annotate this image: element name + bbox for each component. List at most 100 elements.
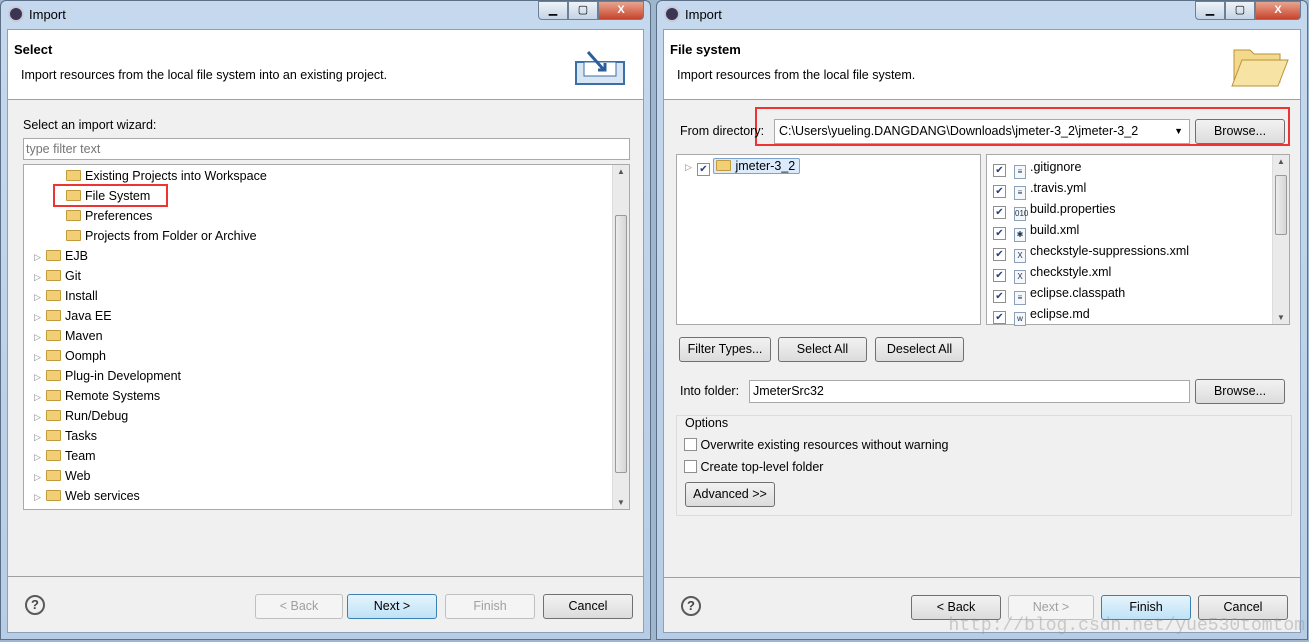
finish-button[interactable]: Finish	[445, 594, 535, 619]
expand-arrow-icon[interactable]: ▷	[34, 387, 46, 407]
expand-arrow-icon[interactable]: ▷	[34, 247, 46, 267]
xml-file-icon: X	[1014, 270, 1026, 284]
file-item[interactable]: ✔ 010 build.properties	[993, 199, 1115, 221]
expand-arrow-icon[interactable]: ▷	[34, 287, 46, 307]
folder-icon	[46, 370, 61, 381]
maximize-button[interactable]: ▢	[1225, 1, 1255, 20]
expand-arrow-icon[interactable]: ▷	[34, 447, 46, 467]
cancel-button[interactable]: Cancel	[543, 594, 633, 619]
tree-item[interactable]: ▷ Java EE	[34, 306, 112, 326]
back-button[interactable]: < Back	[255, 594, 343, 619]
folder-icon	[66, 230, 81, 241]
text-file-icon: ≡	[1014, 165, 1026, 179]
file-name: .travis.yml	[1030, 181, 1087, 195]
minimize-button[interactable]: ▁	[538, 1, 568, 20]
checkbox[interactable]: ✔	[993, 290, 1006, 303]
tree-item[interactable]: ▷ Git	[34, 266, 81, 286]
expand-arrow-icon[interactable]: ▷	[685, 157, 697, 177]
expand-arrow-icon[interactable]: ▷	[34, 487, 46, 507]
expand-arrow-icon[interactable]: ▷	[34, 327, 46, 347]
file-name: build.xml	[1030, 223, 1080, 237]
file-item[interactable]: ✔ ✱ build.xml	[993, 220, 1080, 242]
advanced-button[interactable]: Advanced >>	[685, 482, 775, 507]
file-item[interactable]: ✔ w eclipse.md	[993, 304, 1090, 326]
tree-item[interactable]: ▷ Tasks	[34, 426, 97, 446]
tree-scrollbar[interactable]: ▲ ▼	[612, 165, 629, 509]
maximize-button[interactable]: ▢	[568, 1, 598, 20]
page-title: File system	[670, 42, 741, 57]
wizard-header: File system Import resources from the lo…	[664, 30, 1300, 100]
tree-item[interactable]: Preferences	[66, 206, 152, 226]
tree-item[interactable]: ▷ Remote Systems	[34, 386, 160, 406]
tree-item[interactable]: ▷ EJB	[34, 246, 88, 266]
tree-item[interactable]: ▷ Install	[34, 286, 98, 306]
tree-item[interactable]: ▷ Plug-in Development	[34, 366, 181, 386]
from-directory-label: From directory:	[680, 124, 765, 138]
expand-arrow-icon[interactable]: ▷	[34, 367, 46, 387]
tree-item-label: EJB	[65, 249, 88, 263]
dropdown-arrow-icon[interactable]: ▼	[1174, 120, 1183, 143]
checkbox[interactable]	[684, 438, 697, 451]
tree-item-label: Web	[65, 469, 91, 483]
filter-types-button[interactable]: Filter Types...	[679, 337, 771, 362]
checkbox[interactable]	[684, 460, 697, 473]
tree-item-label: Install	[65, 289, 98, 303]
into-folder-input[interactable]: JmeterSrc32	[749, 380, 1190, 403]
page-description: Import resources from the local file sys…	[21, 68, 388, 82]
filter-input[interactable]	[23, 138, 630, 160]
tree-item[interactable]: Existing Projects into Workspace	[66, 166, 267, 186]
expand-arrow-icon[interactable]: ▷	[34, 307, 46, 327]
help-button[interactable]: ?	[681, 596, 701, 616]
file-name: eclipse.classpath	[1030, 286, 1126, 300]
tree-item-label: Java EE	[65, 309, 112, 323]
tree-item[interactable]: ▷ Oomph	[34, 346, 106, 366]
file-list-scrollbar[interactable]: ▲ ▼	[1272, 155, 1289, 324]
wizard-tree: ▲ ▼ Existing Projects into Workspace File …	[23, 164, 630, 510]
expand-arrow-icon[interactable]: ▷	[34, 267, 46, 287]
file-item[interactable]: ✔ ≡ .gitignore	[993, 157, 1081, 179]
options-label: Options	[685, 416, 729, 430]
tree-item[interactable]: ▷ ✔ jmeter-3_2	[685, 156, 801, 177]
expand-arrow-icon[interactable]: ▷	[34, 407, 46, 427]
tree-item[interactable]: ▷ Web	[34, 466, 90, 486]
expand-arrow-icon[interactable]: ▷	[34, 467, 46, 487]
help-button[interactable]: ?	[25, 595, 45, 615]
from-directory-combo[interactable]: C:\Users\yueling.DANGDANG\Downloads\jmet…	[774, 119, 1190, 144]
checkbox[interactable]: ✔	[993, 164, 1006, 177]
checkbox[interactable]: ✔	[993, 206, 1006, 219]
tree-item[interactable]: ▷ Web services	[34, 486, 140, 506]
tree-item-label: Maven	[65, 329, 103, 343]
browse-folder-button[interactable]: Browse...	[1195, 379, 1285, 404]
file-item[interactable]: ✔ Xcheckstyle.xml	[993, 262, 1111, 284]
tree-item[interactable]: ▷ Maven	[34, 326, 103, 346]
folder-icon	[46, 330, 61, 341]
preferences-icon	[66, 210, 81, 221]
overwrite-option[interactable]: Overwrite existing resources without war…	[684, 438, 949, 452]
select-all-button[interactable]: Select All	[778, 337, 867, 362]
close-button[interactable]: X	[1255, 1, 1301, 20]
close-button[interactable]: X	[598, 1, 644, 20]
minimize-button[interactable]: ▁	[1195, 1, 1225, 20]
checkbox[interactable]: ✔	[993, 248, 1006, 261]
next-button[interactable]: Next >	[347, 594, 437, 619]
tree-item-label: Plug-in Development	[65, 369, 182, 383]
folder-icon	[46, 270, 61, 281]
expand-arrow-icon[interactable]: ▷	[34, 427, 46, 447]
checkbox[interactable]: ✔	[993, 269, 1006, 282]
checkbox[interactable]: ✔	[697, 163, 710, 176]
deselect-all-button[interactable]: Deselect All	[875, 337, 964, 362]
checkbox[interactable]: ✔	[993, 311, 1006, 324]
folder-icon	[46, 450, 61, 461]
file-item[interactable]: ✔ Xcheckstyle-suppressions.xml	[993, 241, 1189, 263]
tree-item-label: Existing Projects into Workspace	[85, 169, 267, 183]
file-item[interactable]: ✔ ≡ .travis.yml	[993, 178, 1087, 200]
expand-arrow-icon[interactable]: ▷	[34, 347, 46, 367]
checkbox[interactable]: ✔	[993, 227, 1006, 240]
tree-item[interactable]: Projects from Folder or Archive	[66, 226, 257, 246]
checkbox[interactable]: ✔	[993, 185, 1006, 198]
tree-item[interactable]: ▷ Team	[34, 446, 96, 466]
browse-button[interactable]: Browse...	[1195, 119, 1285, 144]
file-item[interactable]: ✔ ≡ eclipse.classpath	[993, 283, 1126, 305]
create-top-level-option[interactable]: Create top-level folder	[684, 460, 823, 474]
tree-item[interactable]: ▷ Run/Debug	[34, 406, 128, 426]
